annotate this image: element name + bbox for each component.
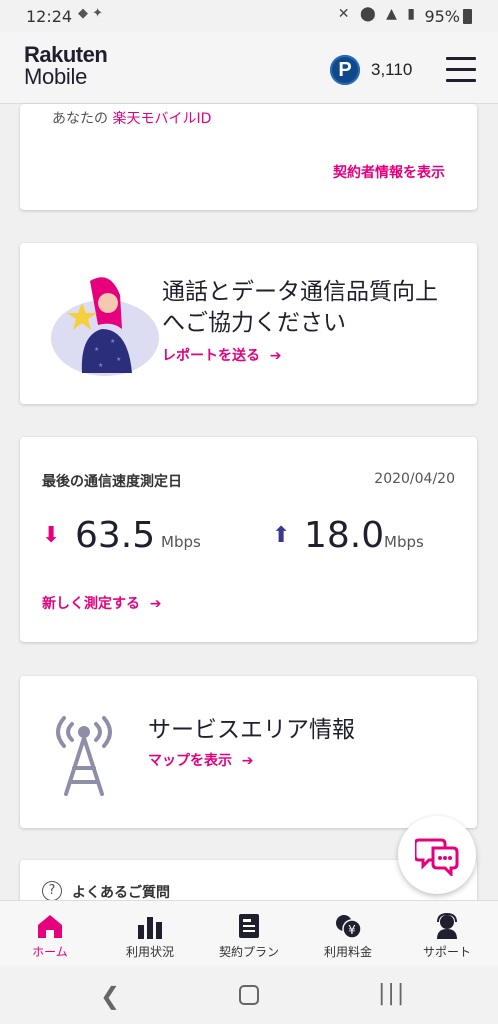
- id-prefix: あなたの: [52, 111, 108, 127]
- rakuten-id-line: あなたの 楽天モバイルID: [52, 108, 211, 128]
- battery-icon: [463, 9, 472, 24]
- logo-line1: Rakuten: [24, 42, 108, 67]
- status-bar: 12:24 ◆ ✦ ✕ ⬤ ▲ ▮ 95%: [0, 0, 498, 32]
- upload-speed-unit: Mbps: [384, 533, 424, 551]
- arrow-right-icon: ➔: [264, 348, 282, 364]
- home-button-icon[interactable]: [239, 985, 259, 1005]
- new-measurement-label: 新しく測定する: [42, 596, 140, 612]
- send-report-link[interactable]: レポートを送る ➔: [162, 345, 281, 365]
- nav-usage-label: 利用状況: [125, 945, 174, 959]
- rakuten-mobile-logo[interactable]: Rakuten Mobile: [24, 42, 108, 89]
- upload-speed-value: 18.0: [304, 515, 385, 556]
- download-arrow-icon: ⬇: [42, 523, 61, 548]
- recents-icon[interactable]: |||: [378, 981, 406, 1006]
- svg-text:★: ★: [116, 356, 121, 363]
- quality-title-line1: 通話とデータ通信品質向上: [162, 279, 438, 305]
- svg-text:★: ★: [94, 346, 99, 353]
- notification-icons: ◆ ✦: [78, 6, 104, 21]
- nav-plan[interactable]: 契約プラン: [207, 901, 291, 967]
- quality-report-title: 通話とデータ通信品質向上 へご協力ください: [162, 277, 438, 339]
- arrow-right-icon: ➔: [144, 596, 162, 612]
- cell-tower-icon: [56, 716, 112, 796]
- svg-text:★: ★: [98, 362, 103, 369]
- account-card: あなたの 楽天モバイルID 契約者情報を表示: [20, 104, 477, 210]
- yen-coins-icon: ¥: [336, 915, 362, 939]
- headset-user-icon: [437, 913, 457, 939]
- bottom-nav: ホーム 利用状況 契約プラン ¥ 利用料金 サポート: [0, 900, 498, 966]
- speed-test-label: 最後の通信速度測定日: [42, 474, 182, 490]
- download-speed-unit: Mbps: [161, 533, 201, 551]
- signal-icons: ✕ ⬤ ▲ ▮: [337, 6, 418, 22]
- arrow-right-icon: ➔: [236, 753, 254, 769]
- svg-text:★: ★: [110, 338, 115, 345]
- logo-line2: Mobile: [24, 64, 88, 89]
- contract-doc-icon: [239, 914, 259, 938]
- nav-usage[interactable]: 利用状況: [108, 901, 192, 967]
- new-measurement-link[interactable]: 新しく測定する ➔: [42, 593, 161, 613]
- download-speed-value: 63.5: [75, 515, 156, 556]
- contract-info-link[interactable]: 契約者情報を表示: [333, 162, 445, 182]
- nav-home[interactable]: ホーム: [10, 901, 90, 967]
- system-nav-bar: ❮ |||: [0, 966, 498, 1024]
- speed-test-date: 2020/04/20: [374, 471, 455, 487]
- back-icon[interactable]: ❮: [100, 982, 120, 1010]
- home-icon: [38, 915, 62, 938]
- nav-billing-label: 利用料金: [323, 945, 372, 959]
- nav-home-label: ホーム: [32, 945, 68, 959]
- app-header: Rakuten Mobile P 3,110: [0, 32, 498, 104]
- svg-text:¥: ¥: [348, 923, 356, 937]
- show-map-link[interactable]: マップを表示 ➔: [148, 750, 253, 770]
- points-value[interactable]: 3,110: [371, 60, 412, 80]
- upload-arrow-icon: ⬆: [272, 523, 291, 548]
- status-time: 12:24: [26, 7, 73, 26]
- nav-plan-label: 契約プラン: [218, 945, 279, 959]
- battery-percent: 95%: [424, 7, 460, 26]
- nav-support-label: サポート: [422, 945, 471, 959]
- points-icon[interactable]: P: [330, 55, 360, 85]
- chat-bubbles-icon: [415, 838, 459, 876]
- star-person-illustration-icon: ★ ★ ★ ★: [51, 277, 159, 376]
- send-report-label: レポートを送る: [162, 348, 260, 364]
- chat-support-button[interactable]: [398, 816, 476, 894]
- quality-title-line2: へご協力ください: [162, 310, 346, 336]
- speed-test-card: 最後の通信速度測定日 2020/04/20 ⬇ 63.5 Mbps ⬆ 18.0…: [20, 437, 477, 642]
- bar-chart-icon: [138, 917, 162, 939]
- nav-billing[interactable]: ¥ 利用料金: [306, 901, 390, 967]
- faq-label: よくあるご質問: [72, 885, 170, 901]
- hamburger-menu-icon[interactable]: [446, 57, 476, 83]
- show-map-label: マップを表示: [148, 753, 232, 769]
- rakuten-id-link[interactable]: 楽天モバイルID: [112, 111, 211, 127]
- nav-support[interactable]: サポート: [405, 901, 489, 967]
- question-circle-icon: ?: [42, 881, 62, 901]
- quality-report-card[interactable]: ★ ★ ★ ★ 通話とデータ通信品質向上 へご協力ください レポートを送る ➔: [20, 243, 477, 404]
- service-area-card[interactable]: サービスエリア情報 マップを表示 ➔: [20, 676, 477, 828]
- service-area-title: サービスエリア情報: [148, 717, 355, 743]
